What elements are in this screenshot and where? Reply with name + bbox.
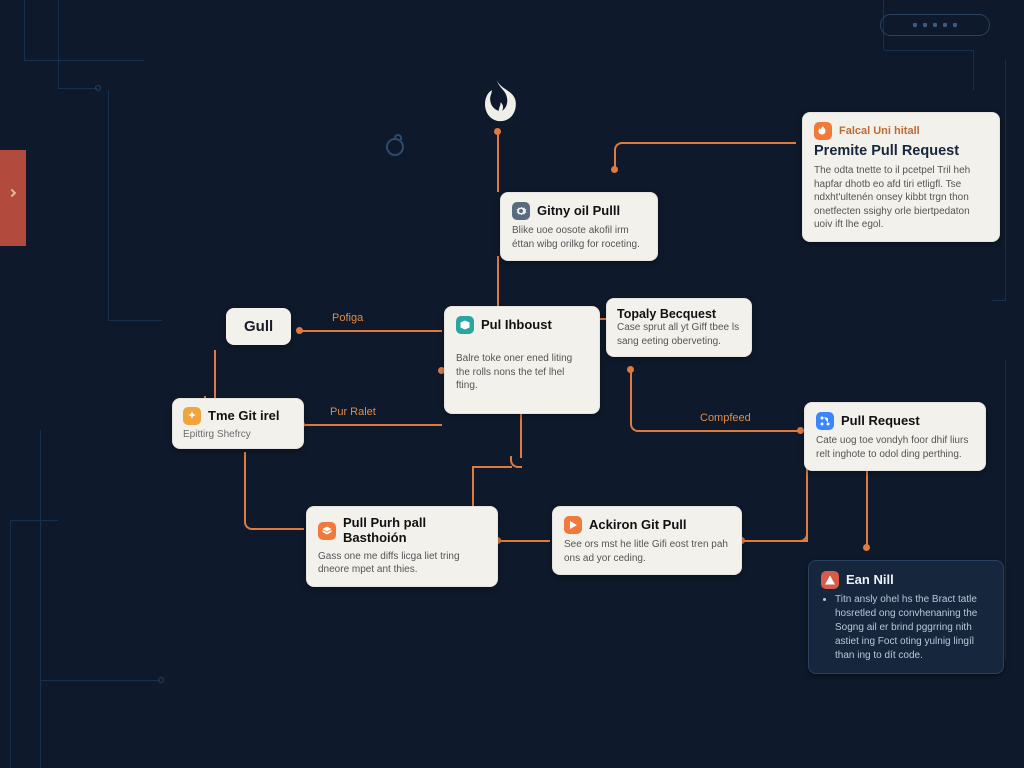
node-ackron-title: Ackiron Git Pull — [589, 518, 687, 533]
edge-label-pur-ralet: Pur Ralet — [330, 406, 376, 418]
node-topaly-title: Topaly Becquest — [617, 307, 741, 321]
node-falcal-desc: The odta tnette to il pcetpel Tril heh h… — [814, 164, 988, 232]
node-pull-request-desc: Cate uog toe vondyh foor dhif liurs relt… — [816, 434, 974, 461]
node-falcal-title: Premite Pull Request — [814, 143, 988, 159]
edge-label-pofiga: Pofiga — [332, 312, 363, 324]
node-ean-nill-title: Ean Nill — [846, 573, 894, 588]
node-gitny-pull-desc: Blike uoe oosote akofil irm éttan wibg o… — [512, 224, 646, 251]
node-pul-ihboust-title: Pul Ihboust — [481, 318, 552, 333]
node-ean-nill-bullet: Titn ansly ohel hs the Bract tatle hosre… — [835, 593, 991, 663]
node-pull-request[interactable]: Pull Request Cate uog toe vondyh foor dh… — [804, 402, 986, 471]
flame-icon — [814, 122, 832, 140]
edge-label-compfeed: Compfeed — [700, 412, 751, 424]
box-icon — [456, 316, 474, 334]
node-tme-git-sub: Epittirg Shefrcy — [183, 429, 293, 440]
gear-icon — [512, 202, 530, 220]
play-icon — [564, 516, 582, 534]
node-ackron[interactable]: Ackiron Git Pull See ors mst he litle Gi… — [552, 506, 742, 575]
node-gitny-pull[interactable]: Gitny oil Pulll Blike uoe oosote akofil … — [500, 192, 658, 261]
node-pull-basthoion-desc: Gass one me diffs licga liet tring dneor… — [318, 550, 486, 577]
node-falcal[interactable]: Falcal Uni hitall Premite Pull Request T… — [802, 112, 1000, 242]
node-gull[interactable]: Gull — [226, 308, 291, 345]
node-topaly-desc: Case sprut all yt Giff tbee ls sang eeti… — [617, 321, 741, 348]
diagram-stage: Pofiga Pur Ralet Compfeed Gull — [0, 0, 1024, 768]
node-pul-ihboust-desc: Balre toke oner ened liting the rolls no… — [456, 352, 588, 393]
spark-icon — [183, 407, 201, 425]
node-tme-git[interactable]: Tme Git irel Epittirg Shefrcy — [172, 398, 304, 449]
node-gitny-pull-title: Gitny oil Pulll — [537, 204, 620, 219]
node-falcal-kicker: Falcal Uni hitall — [839, 125, 920, 137]
node-pull-request-title: Pull Request — [841, 414, 920, 429]
node-topaly[interactable]: Topaly Becquest Case sprut all yt Giff t… — [606, 298, 752, 357]
node-pull-basthoion-title: Pull Purh pall Basthoión — [343, 516, 486, 546]
node-ackron-desc: See ors mst he litle Gifi eost tren pah … — [564, 538, 730, 565]
node-pull-basthoion[interactable]: Pull Purh pall Basthoión Gass one me dif… — [306, 506, 498, 587]
alert-icon — [821, 571, 839, 589]
node-gull-title: Gull — [244, 318, 273, 335]
node-tme-git-title: Tme Git irel — [208, 409, 280, 424]
merge-icon — [816, 412, 834, 430]
node-ean-nill[interactable]: Ean Nill Titn ansly ohel hs the Bract ta… — [808, 560, 1004, 674]
layers-icon — [318, 522, 336, 540]
node-pul-ihboust[interactable]: Pul Ihboust Balre toke oner ened liting … — [444, 306, 600, 414]
